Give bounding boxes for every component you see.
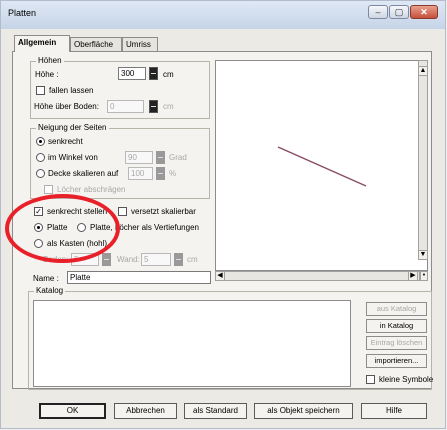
plate-line bbox=[277, 146, 367, 187]
abbrechen-button[interactable]: Abbrechen bbox=[114, 403, 177, 419]
eintrag-loeschen-button[interactable]: Eintrag löschen bbox=[366, 336, 427, 350]
hoehe-ueber-boden-label: Höhe über Boden: bbox=[34, 102, 99, 111]
hoehe-ueber-boden-spinner[interactable] bbox=[149, 100, 158, 113]
preview-drawing bbox=[277, 146, 367, 187]
wand-unit: cm bbox=[187, 255, 198, 264]
aus-katalog-button[interactable]: aus Katalog bbox=[366, 302, 427, 316]
scroll-left-arrow[interactable]: ◀ bbox=[215, 271, 225, 281]
decke-unit: % bbox=[169, 169, 177, 178]
wand-spinner[interactable] bbox=[174, 253, 183, 266]
decke-skalieren-radio[interactable] bbox=[36, 169, 45, 178]
tab-umriss[interactable]: Umriss bbox=[122, 37, 158, 51]
in-katalog-button[interactable]: in Katalog bbox=[366, 319, 427, 333]
katalog-legend: Katalog bbox=[34, 286, 66, 295]
senkrecht-radio[interactable] bbox=[36, 137, 45, 146]
wand-input[interactable]: 5 bbox=[141, 253, 171, 266]
im-winkel-radio[interactable] bbox=[36, 153, 45, 162]
importieren-button[interactable]: importieren... bbox=[366, 354, 427, 368]
window-title: Platten bbox=[8, 8, 37, 18]
tab-oberflaeche[interactable]: Oberfläche bbox=[70, 37, 122, 51]
highlight-ellipse bbox=[5, 194, 120, 263]
hoehe-ueber-boden-input[interactable]: 0 bbox=[107, 100, 144, 113]
scroll-up-arrow[interactable]: ▲ bbox=[418, 66, 428, 76]
kleine-symbole-checkbox[interactable] bbox=[366, 375, 375, 384]
kleine-symbole-label: kleine Symbole bbox=[379, 375, 434, 384]
hoehen-legend: Höhen bbox=[36, 56, 64, 65]
versetzt-skalierbar-label: versetzt skalierbar bbox=[131, 207, 196, 216]
loecher-abschraegen-checkbox[interactable] bbox=[44, 185, 53, 194]
winkel-input[interactable]: 90 bbox=[125, 151, 153, 164]
als-objekt-speichern-button[interactable]: als Objekt speichern bbox=[254, 403, 353, 419]
ok-button[interactable]: OK bbox=[39, 403, 106, 419]
hoehe-spinner[interactable] bbox=[149, 67, 158, 80]
fallen-lassen-label: fallen lassen bbox=[49, 86, 94, 95]
loecher-abschraegen-label: Löcher abschrägen bbox=[57, 185, 126, 194]
hoehe-unit: cm bbox=[163, 70, 174, 79]
maximize-button[interactable]: ▢ bbox=[389, 5, 409, 19]
als-standard-button[interactable]: als Standard bbox=[184, 403, 247, 419]
decke-input[interactable]: 100 bbox=[128, 167, 153, 180]
hoehe-ueber-boden-unit: cm bbox=[163, 102, 174, 111]
minimize-button[interactable]: – bbox=[368, 5, 388, 19]
hilfe-button[interactable]: Hilfe bbox=[361, 403, 427, 419]
preview-canvas[interactable] bbox=[215, 60, 428, 271]
decke-spinner[interactable] bbox=[156, 167, 165, 180]
boden-spinner[interactable] bbox=[102, 253, 111, 266]
close-button[interactable]: ✕ bbox=[410, 5, 438, 19]
wand-label: Wand: bbox=[117, 255, 140, 264]
name-label: Name : bbox=[33, 274, 59, 283]
zoom-corner-icon[interactable]: • bbox=[420, 271, 428, 281]
name-input[interactable]: Platte bbox=[67, 271, 211, 284]
scroll-down-arrow[interactable]: ▼ bbox=[418, 250, 428, 260]
versetzt-skalierbar-checkbox[interactable] bbox=[118, 207, 127, 216]
katalog-list[interactable] bbox=[33, 300, 351, 387]
scroll-right-arrow[interactable]: ▶ bbox=[408, 271, 418, 281]
fallen-lassen-checkbox[interactable] bbox=[36, 86, 45, 95]
im-winkel-label: im Winkel von bbox=[48, 153, 98, 162]
hoehe-label: Höhe : bbox=[35, 70, 59, 79]
winkel-spinner[interactable] bbox=[156, 151, 165, 164]
hoehe-input[interactable]: 300 bbox=[118, 67, 146, 80]
preview-vscrollbar[interactable] bbox=[418, 60, 428, 255]
neigung-legend: Neigung der Seiten bbox=[36, 123, 109, 132]
decke-skalieren-label: Decke skalieren auf bbox=[48, 169, 119, 178]
preview-hscrollbar[interactable] bbox=[215, 271, 420, 281]
senkrecht-label: senkrecht bbox=[48, 137, 83, 146]
winkel-unit: Grad bbox=[169, 153, 187, 162]
tab-allgemein[interactable]: Allgemein bbox=[14, 35, 70, 52]
